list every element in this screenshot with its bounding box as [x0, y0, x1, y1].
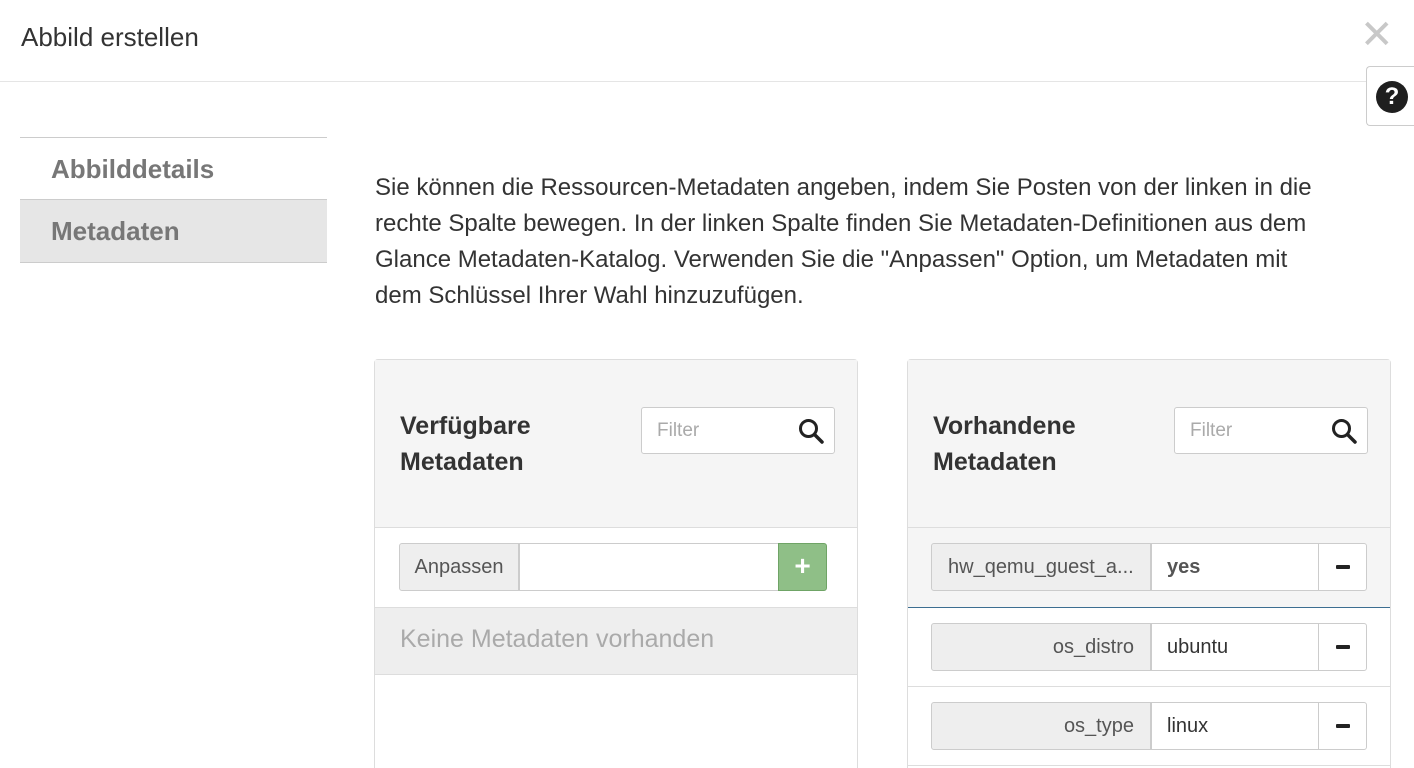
modal-header: Abbild erstellen ✕	[0, 0, 1414, 82]
wizard-nav: Abbilddetails Metadaten	[20, 137, 327, 263]
metadata-key: os_type	[931, 702, 1151, 750]
panel-title: Vorhandene Metadaten	[933, 412, 1076, 476]
remove-button[interactable]	[1318, 543, 1367, 591]
remove-button[interactable]	[1318, 623, 1367, 671]
available-metadata-panel: Verfügbare Metadaten Anpassen + Keine Me…	[374, 359, 858, 768]
metadata-value-input[interactable]: yes	[1151, 543, 1319, 591]
search-icon	[1332, 419, 1357, 444]
question-circle-icon: ?	[1376, 81, 1408, 113]
metadata-key: hw_qemu_guest_a...	[931, 543, 1151, 591]
custom-label: Anpassen	[399, 543, 519, 591]
metadata-key: os_distro	[931, 623, 1151, 671]
close-icon[interactable]: ✕	[1360, 15, 1394, 55]
modal-title: Abbild erstellen	[21, 22, 199, 52]
filter-field[interactable]	[1174, 407, 1368, 454]
custom-metadata-row: Anpassen +	[375, 528, 857, 607]
panel-heading: Verfügbare Metadaten	[375, 360, 857, 528]
metadata-row: os_distro ubuntu	[908, 608, 1390, 687]
empty-state: Keine Metadaten vorhanden	[375, 607, 857, 675]
custom-key-input[interactable]	[519, 543, 779, 591]
metadata-value-input[interactable]: ubuntu	[1151, 623, 1319, 671]
filter-field[interactable]	[641, 407, 835, 454]
nav-item-metadaten[interactable]: Metadaten	[20, 200, 327, 263]
metadata-row: hw_qemu_guest_a... yes	[908, 528, 1390, 608]
add-button[interactable]: +	[778, 543, 827, 591]
help-button[interactable]: ?	[1366, 66, 1414, 126]
panel-title: Verfügbare Metadaten	[400, 412, 531, 476]
metadata-row: os_type linux	[908, 687, 1390, 766]
nav-item-abbilddetails[interactable]: Abbilddetails	[20, 138, 327, 200]
filter-input[interactable]	[642, 408, 792, 453]
panel-heading: Vorhandene Metadaten	[908, 360, 1390, 528]
search-icon	[799, 419, 824, 444]
remove-button[interactable]	[1318, 702, 1367, 750]
empty-state-text: Keine Metadaten vorhanden	[400, 625, 715, 653]
help-text: Sie können die Ressourcen-Metadaten ange…	[375, 174, 1312, 309]
filter-input[interactable]	[1175, 408, 1325, 453]
metadata-value-input[interactable]: linux	[1151, 702, 1319, 750]
existing-metadata-panel: Vorhandene Metadaten hw_qemu_guest_a... …	[907, 359, 1391, 768]
